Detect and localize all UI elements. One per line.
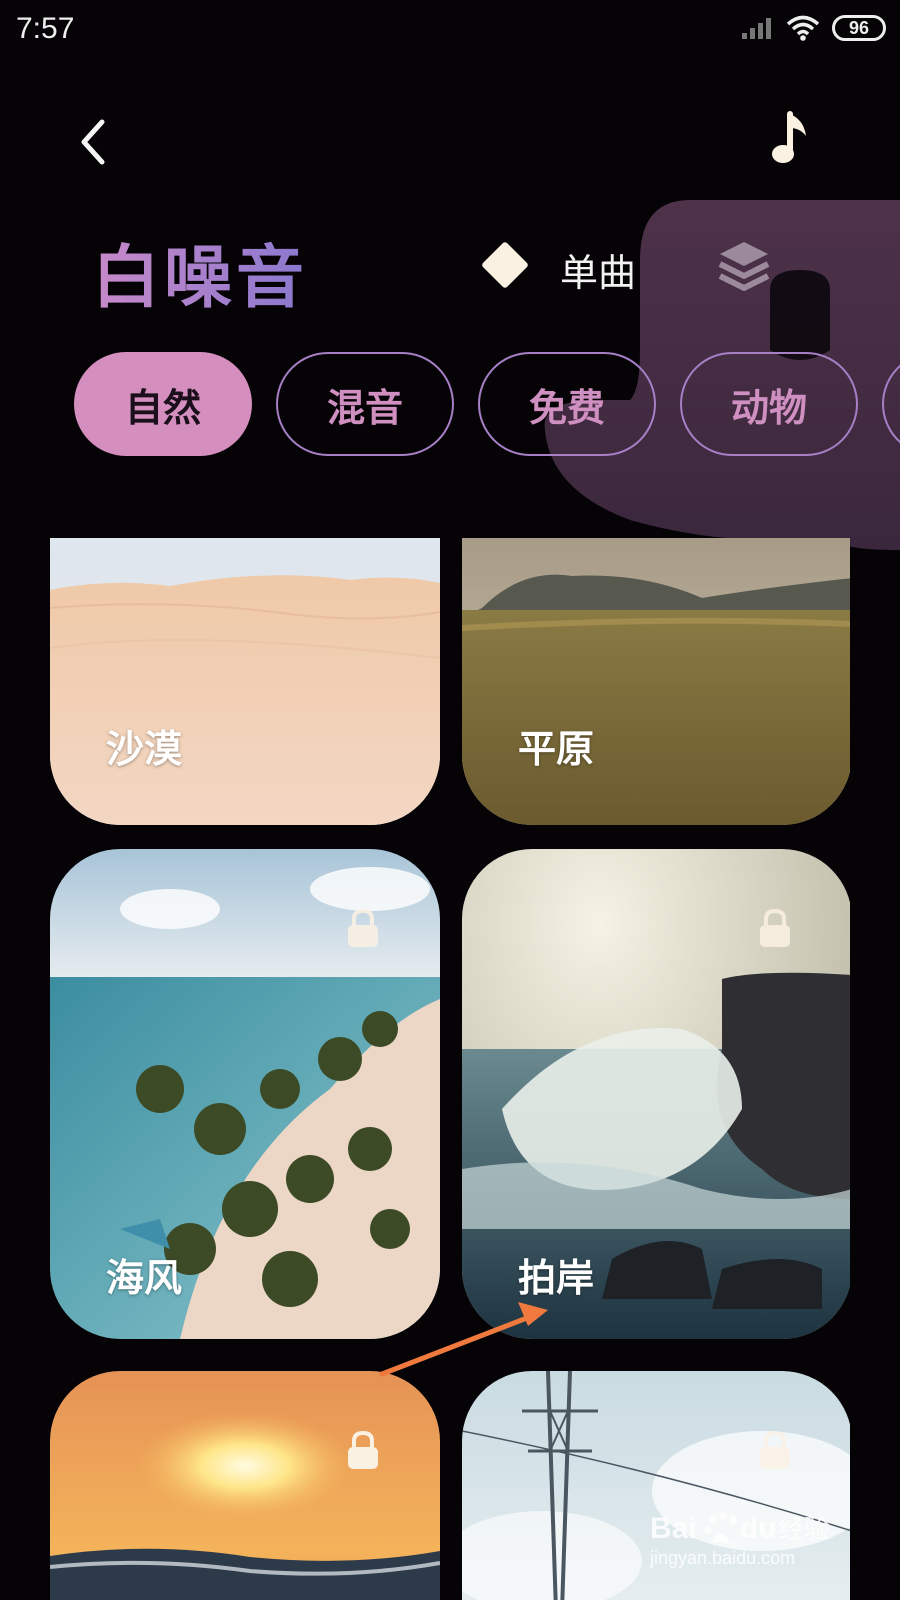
svg-text:du: du: [740, 1512, 777, 1545]
tab-free[interactable]: 免费: [478, 352, 656, 456]
battery-icon: 96: [832, 15, 886, 41]
lock-icon: [760, 908, 790, 947]
card-label: 海风: [106, 1256, 183, 1300]
signal-icon: [742, 18, 771, 39]
lock-icon: [348, 1430, 378, 1469]
music-note-icon: [772, 111, 806, 163]
card-sea-breeze[interactable]: 海风: [50, 849, 440, 1339]
desert-image: [50, 538, 440, 825]
status-bar: 7:57 96: [0, 0, 900, 60]
layers-button[interactable]: [714, 238, 774, 294]
status-time: 7:57: [16, 12, 75, 45]
chevron-left-icon: [81, 119, 105, 165]
status-icons: 96: [740, 14, 886, 42]
card-desert[interactable]: 沙漠: [50, 538, 440, 825]
layers-icon: [718, 242, 770, 291]
lock-icon: [348, 908, 378, 947]
svg-text:jingyan.baidu.com: jingyan.baidu.com: [650, 1548, 795, 1568]
tab-nature[interactable]: 自然: [74, 352, 252, 456]
category-tabs: 自然 混音 免费 动物: [74, 352, 900, 456]
card-label: 平原: [518, 727, 595, 771]
sunset-image: [50, 1371, 440, 1600]
wifi-icon: [786, 15, 820, 41]
svg-text:经验: 经验: [778, 1514, 830, 1544]
card-label: 拍岸: [518, 1256, 595, 1300]
card-sunset[interactable]: [50, 1371, 440, 1600]
tab-animals[interactable]: 动物: [680, 352, 858, 456]
card-plains[interactable]: 平原: [462, 538, 850, 825]
single-track-label[interactable]: 单曲: [560, 242, 636, 297]
plains-image: [462, 538, 850, 825]
back-button[interactable]: [70, 110, 120, 170]
page-title: 白噪音: [92, 222, 308, 321]
tab-more[interactable]: [882, 352, 900, 456]
card-crashing-waves[interactable]: 拍岸: [462, 849, 850, 1339]
lock-icon: [760, 1430, 790, 1469]
diamond-icon[interactable]: [480, 240, 530, 290]
tab-mix[interactable]: 混音: [276, 352, 454, 456]
svg-text:Bai: Bai: [650, 1512, 697, 1545]
music-button[interactable]: [770, 108, 820, 168]
card-label: 沙漠: [106, 727, 183, 771]
sound-grid: 沙漠 平原 海风 拍岸: [50, 538, 850, 1600]
watermark-logo: Bai du 经验 jingyan.baidu.com: [650, 1512, 830, 1568]
